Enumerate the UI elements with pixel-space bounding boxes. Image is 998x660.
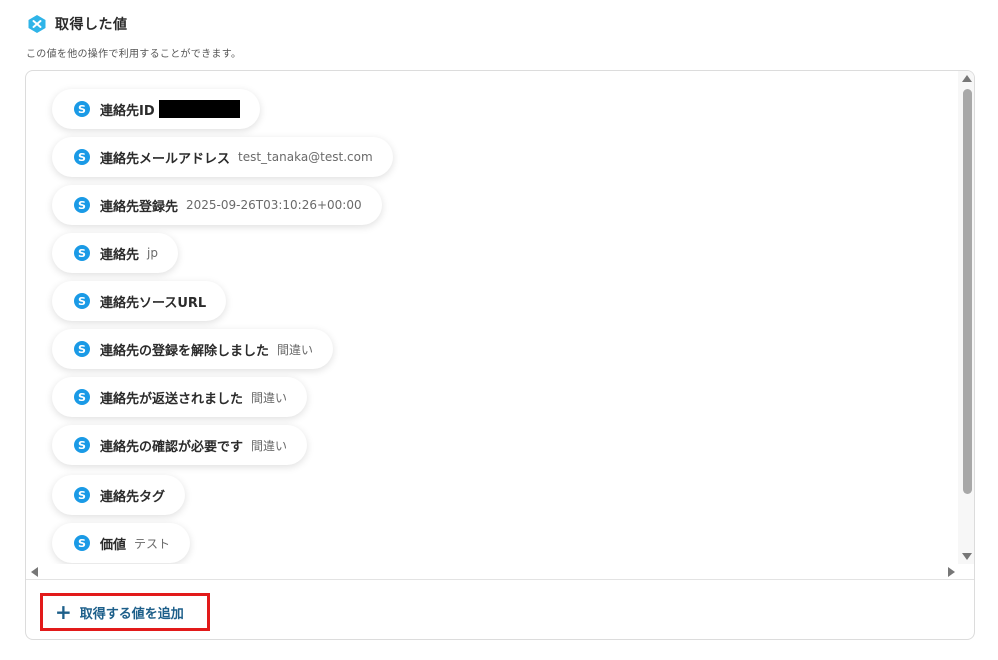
service-s-icon: S bbox=[74, 487, 90, 503]
pill-label: 連絡先メールアドレス bbox=[100, 151, 231, 167]
section-header: 取得した値 bbox=[27, 14, 128, 34]
service-s-icon: S bbox=[74, 293, 90, 309]
service-s-icon: S bbox=[74, 197, 90, 213]
value-pill-contact-email[interactable]: S 連絡先メールアドレス test_tanaka@test.com bbox=[52, 137, 393, 177]
pill-value: 間違い bbox=[251, 438, 288, 453]
vertical-scrollbar[interactable] bbox=[958, 71, 974, 564]
pill-value: jp bbox=[147, 246, 158, 260]
pill-value: 間違い bbox=[251, 390, 288, 405]
service-s-icon: S bbox=[74, 149, 90, 165]
scroll-down-arrow-icon[interactable] bbox=[962, 553, 972, 560]
pill-value: 2025-09-26T03:10:26+00:00 bbox=[186, 198, 362, 212]
values-panel: S 連絡先ID S 連絡先メールアドレス test_tanaka@test.co… bbox=[25, 70, 975, 640]
value-pill-contact[interactable]: S 連絡先 jp bbox=[52, 233, 178, 273]
service-s-icon: S bbox=[74, 389, 90, 405]
value-pill-contact-tags[interactable]: S 連絡先タグ bbox=[52, 475, 186, 515]
pill-label: 連絡先の確認が必要です bbox=[100, 439, 244, 455]
footer-divider bbox=[26, 579, 974, 580]
pill-label: 価値 bbox=[100, 537, 127, 553]
pill-label: 連絡先の登録を解除しました bbox=[100, 343, 270, 359]
pill-value: test_tanaka@test.com bbox=[238, 150, 373, 164]
plus-icon: + bbox=[55, 600, 72, 624]
value-pill-contact-needs-confirmation[interactable]: S 連絡先の確認が必要です 間違い bbox=[52, 425, 308, 465]
add-value-label: 取得する値を追加 bbox=[79, 606, 184, 622]
pill-label: 連絡先ソースURL bbox=[100, 295, 207, 311]
value-pill-contact-unsubscribed[interactable]: S 連絡先の登録を解除しました 間違い bbox=[52, 329, 334, 369]
value-pill-contact-id[interactable]: S 連絡先ID bbox=[52, 89, 260, 129]
scrollbar-thumb[interactable] bbox=[963, 89, 972, 494]
service-s-icon: S bbox=[74, 101, 90, 117]
scroll-left-arrow-icon[interactable] bbox=[31, 567, 38, 577]
values-list: S 連絡先ID S 連絡先メールアドレス test_tanaka@test.co… bbox=[26, 71, 960, 564]
value-pill-contact-bounced[interactable]: S 連絡先が返送されました 間違い bbox=[52, 377, 308, 417]
service-s-icon: S bbox=[74, 245, 90, 261]
pill-label: 連絡先登録先 bbox=[100, 199, 179, 215]
pill-label: 連絡先タグ bbox=[100, 489, 166, 505]
pill-value: 間違い bbox=[277, 342, 314, 357]
add-value-button[interactable]: + 取得する値を追加 bbox=[40, 593, 210, 631]
pill-label: 連絡先ID bbox=[100, 103, 155, 119]
service-s-icon: S bbox=[74, 535, 90, 551]
scroll-right-arrow-icon[interactable] bbox=[948, 567, 955, 577]
value-pill-contact-created[interactable]: S 連絡先登録先 2025-09-26T03:10:26+00:00 bbox=[52, 185, 382, 225]
redacted-value bbox=[158, 100, 240, 118]
service-s-icon: S bbox=[74, 437, 90, 453]
section-subtitle: この値を他の操作で利用することができます。 bbox=[26, 49, 242, 60]
section-title: 取得した値 bbox=[55, 17, 128, 33]
horizontal-scrollbar[interactable] bbox=[26, 564, 960, 579]
scroll-up-arrow-icon[interactable] bbox=[962, 75, 972, 82]
app-logo-icon bbox=[28, 15, 46, 33]
value-pill-contact-source-url[interactable]: S 連絡先ソースURL bbox=[52, 281, 227, 321]
pill-value: テスト bbox=[134, 536, 171, 551]
pill-label: 連絡先 bbox=[100, 247, 140, 263]
value-pill-value[interactable]: S 価値 テスト bbox=[52, 523, 191, 563]
pill-label: 連絡先が返送されました bbox=[100, 391, 244, 407]
service-s-icon: S bbox=[74, 341, 90, 357]
